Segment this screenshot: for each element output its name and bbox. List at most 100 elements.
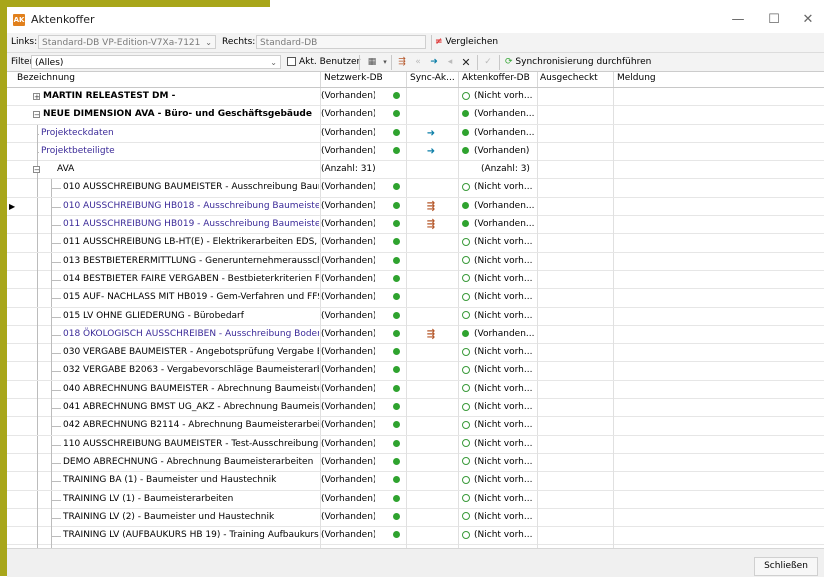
fast-back-icon[interactable]: «	[411, 55, 425, 70]
close-window-button[interactable]: ✕	[793, 10, 823, 30]
background-frame-left	[0, 0, 7, 576]
minimize-button[interactable]: —	[723, 10, 753, 30]
table-row[interactable]: 013 BESTBIETERERMITTLUNG - Generunterneh…	[7, 252, 824, 271]
collapse-icon[interactable]: −	[33, 166, 40, 174]
status-dot-icon	[388, 417, 404, 435]
row-netzwerk-status: (Vorhanden)	[321, 145, 375, 156]
table-row[interactable]: 018 ÖKOLOGISCH AUSSCHREIBEN - Ausschreib…	[7, 325, 824, 345]
row-bezeichnung: 014 BESTBIETER FAIRE VERGABEN - Bestbiet…	[63, 273, 319, 284]
calendar-icon[interactable]: ▦	[365, 55, 379, 70]
column-divider	[406, 124, 407, 143]
table-row[interactable]: 011 AUSSCHREIBUNG HB019 - Ausschreibung …	[7, 216, 824, 235]
column-divider	[537, 234, 538, 253]
table-row[interactable]: TRAINING LV (2) - Baumeister und Haustec…	[7, 508, 824, 528]
table-row[interactable]: ▶ 010 AUSSCHREIBUNG HB018 - Ausschreibung…	[7, 197, 824, 217]
row-bezeichnung: DEMO ABRECHNUNG - Abrechnung Baumeistera…	[63, 456, 314, 467]
akt-benutzer-checkbox[interactable]	[287, 57, 296, 66]
table-row[interactable]: TRAINING LV (1) - Baumeisterarbeiten (Vor…	[7, 490, 824, 509]
chevron-down-icon[interactable]: ▾	[381, 55, 389, 70]
sync-icon: ⟳	[505, 57, 513, 67]
column-divider	[537, 197, 538, 216]
row-aktenkoffer-status: (Nicht vorh...	[474, 511, 533, 522]
tree-line	[37, 490, 38, 509]
table-row[interactable]: 032 VERGABE B2063 - Vergabevorschläge Ba…	[7, 362, 824, 381]
column-divider	[458, 179, 459, 198]
tree-line	[37, 307, 38, 326]
tree-line	[37, 216, 38, 235]
table-row[interactable]: 040 ABRECHNUNG BAUMEISTER - Abrechnung B…	[7, 380, 824, 400]
table-row[interactable]: 015 LV OHNE GLIEDERUNG - Bürobedarf (Vorh…	[7, 307, 824, 326]
compare-button[interactable]: ≠ Vergleichen	[435, 35, 505, 50]
row-bezeichnung: TRAINING LV (1) - Baumeisterarbeiten	[63, 493, 234, 504]
arrow-left-icon[interactable]: ◂	[443, 55, 457, 70]
row-netzwerk-status: (Vorhanden)	[321, 511, 375, 522]
column-divider	[458, 435, 459, 454]
column-header-aktenkoffer[interactable]: Aktenkoffer-DB	[462, 73, 530, 83]
column-divider	[406, 399, 407, 418]
filter-bar: Filter: (Alles) ⌄ Akt. Benutzer ▦ ▾ ⇶ « …	[7, 53, 824, 72]
table-row[interactable]: 010 AUSSCHREIBUNG BAUMEISTER - Ausschrei…	[7, 179, 824, 198]
row-bezeichnung: Projektbeteiligte	[41, 145, 115, 156]
footer-bar: Schließen	[7, 548, 824, 577]
check-icon[interactable]: ✓	[481, 55, 495, 70]
table-row[interactable]: − NEUE DIMENSION AVA - Büro- und Geschäft…	[7, 106, 824, 125]
arrow-right-icon[interactable]: ➜	[427, 55, 441, 70]
status-dot-icon	[388, 271, 404, 289]
table-row[interactable]: 042 ABRECHNUNG B2114 - Abrechnung Baumei…	[7, 417, 824, 436]
table-row[interactable]: + MARTIN RELEASTEST DM - (Vorhanden) (Nicht…	[7, 88, 824, 107]
delete-icon[interactable]: ✕	[459, 55, 473, 70]
table-row[interactable]: 030 VERGABE BAUMEISTER - Angebotsprüfung…	[7, 344, 824, 363]
table-row[interactable]: 014 BESTBIETER FAIRE VERGABEN - Bestbiet…	[7, 270, 824, 290]
toolbar-separator	[431, 35, 432, 50]
table-row[interactable]: − AVA (Anzahl: 31) (Anzahl: 3)	[7, 161, 824, 180]
column-divider	[458, 490, 459, 509]
column-header-ausgecheckt[interactable]: Ausgecheckt	[540, 73, 598, 83]
row-netzwerk-status: (Vorhanden)	[321, 328, 375, 339]
table-row[interactable]: TRAINING BA (1) - Baumeister und Haustec…	[7, 472, 824, 491]
row-netzwerk-status: (Vorhanden)	[321, 91, 375, 101]
tree-line	[51, 481, 61, 483]
column-divider	[537, 216, 538, 235]
status-dot-icon	[388, 253, 404, 271]
links-select[interactable]: Standard-DB VP-Edition-V7Xa-7121 ⌄	[38, 35, 216, 49]
table-row[interactable]: 110 AUSSCHREIBUNG BAUMEISTER - Test-Auss…	[7, 435, 824, 454]
status-dot-icon	[388, 308, 404, 326]
grid-header: Bezeichnung Netzwerk-DB Sync-Ak... Akten…	[7, 72, 824, 88]
expand-icon[interactable]: +	[33, 93, 40, 101]
rechts-select[interactable]: Standard-DB	[256, 35, 426, 49]
column-divider	[613, 106, 614, 125]
column-divider	[537, 270, 538, 289]
sync-button[interactable]: ⟳ Synchronisierung durchführen	[505, 55, 665, 70]
tree-line	[37, 289, 38, 308]
column-divider	[613, 472, 614, 491]
column-divider	[537, 72, 538, 87]
merge-arrows-icon[interactable]: ⇶	[395, 55, 409, 70]
column-header-netzwerk[interactable]: Netzwerk-DB	[324, 73, 383, 83]
status-dot-icon	[388, 326, 404, 344]
maximize-button[interactable]: ☐	[759, 10, 789, 30]
status-dot-icon	[388, 491, 404, 509]
status-dot-icon	[388, 216, 404, 234]
table-row[interactable]: Projekteckdaten (Vorhanden) ➜ (Vorhanden...	[7, 124, 824, 143]
table-row[interactable]: TRAINING LV (AUFBAUKURS HB 19) - Trainin…	[7, 527, 824, 546]
table-row[interactable]: DEMO ABRECHNUNG - Abrechnung Baumeistera…	[7, 453, 824, 473]
table-row[interactable]: Projektbeteiligte (Vorhanden) ➜ (Vorhanden)	[7, 142, 824, 162]
tree-line	[51, 371, 61, 373]
column-divider	[537, 252, 538, 271]
collapse-icon[interactable]: −	[33, 111, 40, 119]
close-button[interactable]: Schließen	[754, 557, 818, 576]
status-dot-icon	[462, 106, 474, 124]
column-divider	[537, 88, 538, 106]
column-header-bezeichnung[interactable]: Bezeichnung	[17, 73, 75, 83]
column-header-meldung[interactable]: Meldung	[617, 73, 656, 83]
row-bezeichnung: TRAINING LV (2) - Baumeister und Haustec…	[63, 511, 275, 522]
table-row[interactable]: 011 AUSSCHREIBUNG LB-HT(E) - Elektrikera…	[7, 234, 824, 253]
column-divider	[406, 234, 407, 253]
table-row[interactable]: 041 ABRECHNUNG BMST UG_AKZ - Abrechnung …	[7, 399, 824, 418]
row-netzwerk-status: (Vorhanden)	[321, 475, 375, 486]
filter-select[interactable]: (Alles) ⌄	[31, 55, 281, 69]
column-divider	[537, 307, 538, 326]
table-row[interactable]: 015 AUF- NACHLASS MIT HB019 - Gem-Verfah…	[7, 289, 824, 308]
column-header-sync[interactable]: Sync-Ak...	[410, 73, 455, 83]
column-divider	[458, 289, 459, 308]
